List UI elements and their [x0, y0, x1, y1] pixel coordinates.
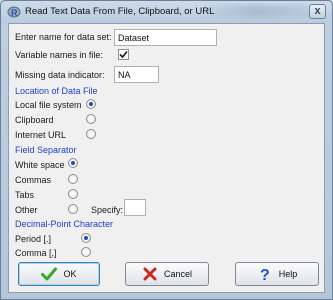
location-option-label: Clipboard — [15, 115, 54, 125]
close-icon: x — [314, 5, 321, 17]
comma-radio[interactable] — [81, 247, 91, 257]
cancel-label: Cancel — [163, 269, 192, 279]
local-file-radio[interactable] — [86, 99, 96, 109]
separator-option-label: Commas — [15, 175, 52, 185]
other-radio[interactable] — [68, 204, 78, 214]
cancel-button[interactable]: Cancel — [125, 262, 209, 286]
help-label: Help — [278, 269, 298, 279]
tabs-radio[interactable] — [68, 189, 78, 199]
specify-input[interactable] — [124, 199, 146, 216]
separator-option-label: Tabs — [15, 190, 35, 200]
r-app-icon: R — [7, 5, 21, 19]
window-title: Read Text Data From File, Clipboard, or … — [25, 6, 215, 17]
decimal-option-label: Period [.] — [15, 234, 52, 244]
missing-data-label: Missing data indicator: — [15, 70, 105, 80]
title-bar-blur — [201, 5, 311, 17]
title-bar[interactable]: R Read Text Data From File, Clipboard, o… — [1, 1, 332, 23]
svg-text:?: ? — [260, 267, 270, 282]
decimal-option-label: Comma [,] — [15, 248, 57, 258]
variable-names-checkbox[interactable] — [118, 49, 129, 60]
clipboard-radio[interactable] — [86, 114, 96, 124]
decimal-heading: Decimal-Point Character — [15, 219, 114, 229]
location-option-label: Local file system — [15, 100, 82, 110]
variable-names-label: Variable names in file: — [15, 50, 103, 60]
specify-label: Specify: — [91, 205, 124, 215]
location-heading: Location of Data File — [15, 86, 98, 96]
dataset-name-label: Enter name for data set: — [15, 32, 112, 42]
separator-option-label: White space — [15, 160, 65, 170]
ok-button[interactable]: OK — [18, 262, 100, 286]
svg-text:R: R — [11, 8, 18, 18]
checkmark-icon — [41, 266, 58, 282]
dialog-body: Enter name for data set: Variable names … — [8, 23, 325, 293]
white-space-radio[interactable] — [68, 158, 78, 168]
question-mark-icon: ? — [257, 266, 273, 282]
close-button[interactable]: x — [309, 4, 326, 19]
separator-option-label: Other — [15, 205, 38, 215]
dialog-window: R Read Text Data From File, Clipboard, o… — [0, 0, 333, 300]
location-option-label: Internet URL — [15, 130, 67, 140]
help-button[interactable]: ? Help — [235, 262, 319, 286]
period-radio[interactable] — [81, 233, 91, 243]
field-separator-heading: Field Separator — [15, 145, 77, 155]
missing-data-input[interactable] — [114, 66, 159, 83]
checkmark-icon — [119, 50, 128, 59]
ok-label: OK — [63, 269, 77, 279]
cross-icon — [142, 266, 158, 282]
internet-url-radio[interactable] — [86, 129, 96, 139]
commas-radio[interactable] — [68, 174, 78, 184]
dataset-name-input[interactable] — [114, 29, 217, 46]
